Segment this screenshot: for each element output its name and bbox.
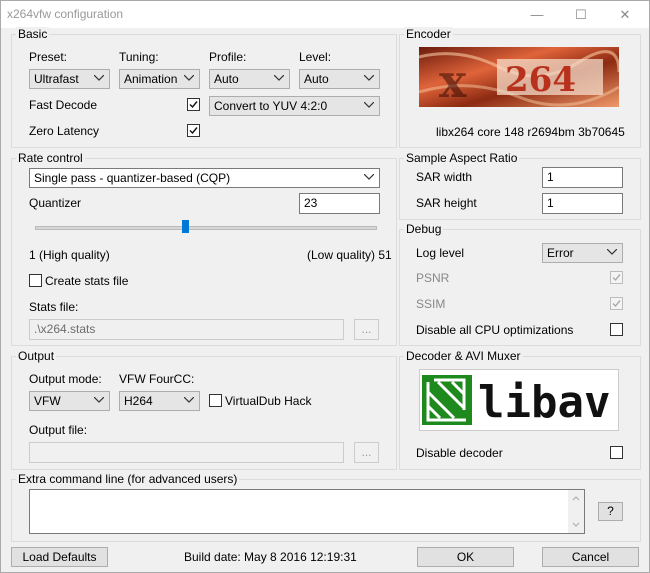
rate-mode-value: Single pass - quantizer-based (CQP): [34, 171, 231, 185]
ssim-label: SSIM: [416, 297, 446, 311]
level-dropdown[interactable]: Auto: [299, 69, 380, 89]
basic-group-title: Basic: [16, 27, 50, 41]
sar-width-input[interactable]: 1: [542, 167, 623, 188]
svg-text:264: 264: [505, 60, 576, 100]
ok-button[interactable]: OK: [417, 547, 514, 567]
fourcc-label: VFW FourCC:: [119, 372, 195, 386]
preset-value: Ultrafast: [34, 72, 79, 86]
sar-height-label: SAR height: [416, 196, 477, 210]
extra-scrollbar[interactable]: [568, 490, 584, 533]
zero-latency-label: Zero Latency: [29, 124, 100, 138]
quantizer-slider-thumb[interactable]: [181, 220, 189, 233]
quantizer-slider-track[interactable]: [35, 226, 377, 230]
preset-label: Preset:: [29, 50, 68, 64]
extra-cmdline-group-title: Extra command line (for advanced users): [16, 472, 240, 486]
fourcc-value: H264: [124, 394, 153, 408]
chevron-down-icon: [94, 70, 106, 88]
quantizer-input[interactable]: 23: [299, 193, 380, 214]
minimize-button[interactable]: —: [515, 1, 559, 28]
virtualdub-hack-label: VirtualDub Hack: [225, 394, 312, 408]
disable-cpu-checkbox[interactable]: [610, 323, 623, 336]
chevron-down-icon: [184, 70, 196, 88]
chevron-down-icon: [607, 244, 619, 262]
debug-group-title: Debug: [404, 222, 444, 236]
tuning-label: Tuning:: [119, 50, 159, 64]
colorspace-value: Convert to YUV 4:2:0: [214, 99, 328, 113]
profile-value: Auto: [214, 72, 239, 86]
rate-control-group-title: Rate control: [16, 151, 85, 165]
config-window: x264vfw configuration — ☐ ✕ Basic Preset…: [0, 0, 650, 573]
title-bar: x264vfw configuration — ☐ ✕: [1, 1, 649, 28]
output-file-input[interactable]: [29, 442, 344, 463]
stats-file-input[interactable]: .\x264.stats: [29, 319, 344, 340]
extra-cmdline-textarea[interactable]: [29, 489, 585, 534]
level-value: Auto: [304, 72, 329, 86]
x264-logo: x 264: [419, 47, 619, 107]
quantizer-low-label: 1 (High quality): [29, 248, 110, 262]
log-level-dropdown[interactable]: Error: [542, 243, 623, 263]
fourcc-dropdown[interactable]: H264: [119, 391, 200, 411]
zero-latency-checkbox[interactable]: [187, 124, 200, 137]
output-mode-dropdown[interactable]: VFW: [29, 391, 110, 411]
profile-label: Profile:: [209, 50, 247, 64]
chevron-down-icon: [184, 392, 196, 410]
maximize-button[interactable]: ☐: [559, 1, 603, 28]
close-button[interactable]: ✕: [603, 1, 647, 28]
chevron-down-icon: [364, 97, 376, 115]
log-level-value: Error: [547, 246, 574, 260]
stats-file-label: Stats file:: [29, 300, 79, 314]
svg-text:x: x: [439, 54, 467, 107]
libav-logo: libav: [419, 369, 619, 431]
psnr-checkbox[interactable]: [610, 271, 623, 284]
psnr-label: PSNR: [416, 271, 450, 285]
encoder-group-title: Encoder: [404, 27, 453, 41]
output-mode-label: Output mode:: [29, 372, 102, 386]
disable-decoder-checkbox[interactable]: [610, 446, 623, 459]
level-label: Level:: [299, 50, 332, 64]
load-defaults-button[interactable]: Load Defaults: [11, 547, 108, 567]
decoder-group-title: Decoder & AVI Muxer: [404, 349, 523, 363]
chevron-down-icon: [364, 70, 376, 88]
disable-decoder-label: Disable decoder: [416, 446, 503, 460]
chevron-down-icon: [364, 169, 376, 187]
disable-cpu-label: Disable all CPU optimizations: [416, 323, 574, 337]
output-mode-value: VFW: [34, 394, 61, 408]
tuning-dropdown[interactable]: Animation: [119, 69, 200, 89]
libav-logo-text: libav: [478, 377, 610, 428]
profile-dropdown[interactable]: Auto: [209, 69, 290, 89]
fast-decode-label: Fast Decode: [29, 98, 98, 112]
stats-browse-button[interactable]: ...: [354, 319, 379, 340]
preset-dropdown[interactable]: Ultrafast: [29, 69, 110, 89]
create-stats-label: Create stats file: [45, 274, 129, 288]
window-title: x264vfw configuration: [7, 7, 124, 21]
sar-group-title: Sample Aspect Ratio: [404, 151, 520, 165]
quantizer-label: Quantizer: [29, 196, 82, 210]
sar-width-label: SAR width: [416, 170, 473, 184]
output-file-label: Output file:: [29, 423, 88, 437]
quantizer-high-label: (Low quality) 51: [307, 248, 392, 262]
create-stats-checkbox[interactable]: [29, 274, 42, 287]
cancel-button[interactable]: Cancel: [542, 547, 639, 567]
output-browse-button[interactable]: ...: [354, 442, 379, 463]
fast-decode-checkbox[interactable]: [187, 98, 200, 111]
chevron-down-icon: [274, 70, 286, 88]
help-button[interactable]: ?: [598, 502, 623, 521]
virtualdub-hack-checkbox[interactable]: [209, 394, 222, 407]
sar-height-input[interactable]: 1: [542, 193, 623, 214]
rate-mode-dropdown[interactable]: Single pass - quantizer-based (CQP): [29, 168, 380, 188]
colorspace-dropdown[interactable]: Convert to YUV 4:2:0: [209, 96, 380, 116]
chevron-down-icon: [94, 392, 106, 410]
log-level-label: Log level: [416, 246, 465, 260]
encoder-version: libx264 core 148 r2694bm 3b70645: [436, 125, 625, 139]
output-group-title: Output: [16, 349, 57, 363]
ssim-checkbox[interactable]: [610, 297, 623, 310]
tuning-value: Animation: [124, 72, 178, 86]
build-date: Build date: May 8 2016 12:19:31: [184, 550, 357, 564]
